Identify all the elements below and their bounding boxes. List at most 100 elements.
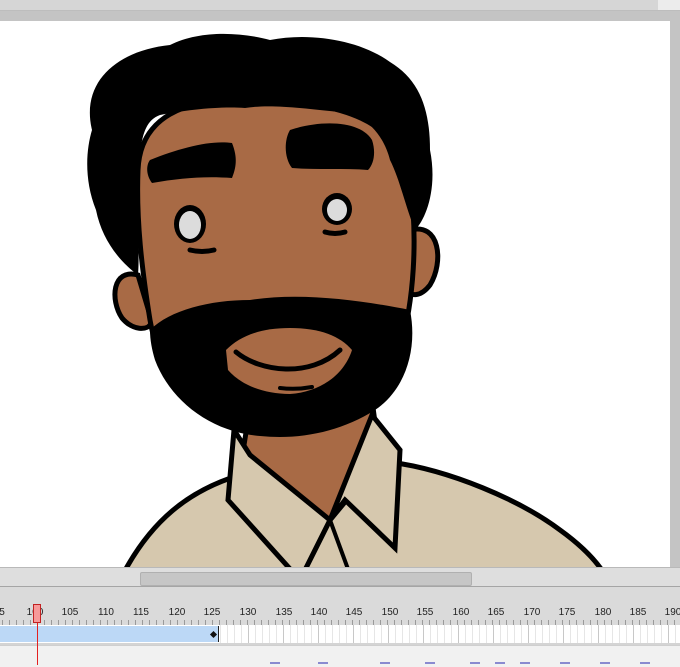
right-eye-white	[327, 199, 347, 221]
ruler-label-150: 150	[381, 607, 399, 618]
frame-cell	[619, 625, 620, 643]
frame-cell	[444, 625, 445, 643]
frame-cell	[339, 625, 340, 643]
frame-cell	[598, 625, 599, 643]
stage-area	[0, 11, 680, 567]
frame-cell	[458, 625, 459, 643]
ruler-label-175: 175	[558, 607, 576, 618]
second-layer-row[interactable]	[0, 645, 680, 667]
frame-cell	[409, 625, 410, 643]
frame-cell	[332, 625, 333, 643]
frame-cell	[353, 625, 354, 643]
chin-line	[278, 385, 314, 391]
frame-cell	[612, 625, 613, 643]
timeline-panel[interactable]: 5100105110115120125130135140145150155160…	[0, 586, 680, 667]
frame-cell	[640, 625, 641, 643]
frame-cell	[325, 625, 326, 643]
frame-cell	[227, 625, 228, 643]
frame-cell	[647, 625, 648, 643]
frame-label-mark	[560, 662, 570, 664]
right-eye-bag	[322, 229, 348, 236]
frame-cell	[297, 625, 298, 643]
motion-tween-span[interactable]	[0, 626, 219, 642]
frame-cell	[269, 625, 270, 643]
frame-cell	[395, 625, 396, 643]
frame-label-mark	[640, 662, 650, 664]
ruler-label-145: 145	[345, 607, 363, 618]
left-eye-white	[179, 211, 201, 239]
frame-cell	[381, 625, 382, 643]
frame-cell	[367, 625, 368, 643]
frame-ruler[interactable]: 5100105110115120125130135140145150155160…	[0, 587, 680, 625]
frame-cell	[521, 625, 522, 643]
frame-label-mark	[380, 662, 390, 664]
frame-cell	[472, 625, 473, 643]
frame-cell	[465, 625, 466, 643]
frame-cell	[633, 625, 634, 643]
frame-cell	[661, 625, 662, 643]
frame-cell	[493, 625, 494, 643]
ruler-label-190: 190	[664, 607, 680, 618]
frame-label-mark	[600, 662, 610, 664]
toolbar-end-segment	[658, 0, 680, 10]
top-toolbar-strip	[0, 0, 680, 11]
stage-canvas[interactable]	[0, 21, 670, 567]
frame-label-mark	[270, 662, 280, 664]
left-eye-bag	[187, 247, 217, 254]
scroll-thumb[interactable]	[140, 572, 472, 586]
ruler-label-115: 115	[133, 607, 149, 618]
frame-cell	[528, 625, 529, 643]
frame-cell	[241, 625, 242, 643]
frame-cell	[234, 625, 235, 643]
frame-cell	[451, 625, 452, 643]
frame-label-mark	[520, 662, 530, 664]
frame-cell	[549, 625, 550, 643]
ruler-label-140: 140	[310, 607, 328, 618]
frame-cell	[360, 625, 361, 643]
ruler-label-170: 170	[523, 607, 541, 618]
frame-cell	[577, 625, 578, 643]
ruler-label-135: 135	[275, 607, 293, 618]
frame-cell	[346, 625, 347, 643]
frame-cell	[563, 625, 564, 643]
frame-cell	[402, 625, 403, 643]
frame-cell	[262, 625, 263, 643]
frame-cell	[486, 625, 487, 643]
playhead-handle[interactable]	[33, 604, 41, 623]
ruler-label-5: 5	[0, 607, 5, 618]
ruler-label-105: 105	[61, 607, 79, 618]
frame-cell	[535, 625, 536, 643]
right-eyebrow	[285, 123, 375, 170]
frame-cell	[290, 625, 291, 643]
ruler-label-180: 180	[594, 607, 612, 618]
ruler-label-120: 120	[168, 607, 186, 618]
frame-cell	[318, 625, 319, 643]
ruler-label-130: 130	[239, 607, 257, 618]
frame-cell	[668, 625, 669, 643]
frame-cell	[311, 625, 312, 643]
frame-cell	[255, 625, 256, 643]
frame-cell	[675, 625, 676, 643]
frame-cell	[556, 625, 557, 643]
ruler-label-155: 155	[416, 607, 434, 618]
frame-cell	[500, 625, 501, 643]
character-drawing[interactable]	[0, 21, 670, 567]
frame-cell	[430, 625, 431, 643]
frame-cell	[542, 625, 543, 643]
ruler-label-125: 125	[203, 607, 221, 618]
frame-cell	[416, 625, 417, 643]
frame-cell	[437, 625, 438, 643]
frame-cell	[220, 625, 221, 643]
frame-cell	[304, 625, 305, 643]
frame-label-mark	[318, 662, 328, 664]
frame-cell	[605, 625, 606, 643]
layer-frames-row[interactable]	[0, 625, 680, 643]
ruler-label-185: 185	[629, 607, 647, 618]
frame-label-mark	[470, 662, 480, 664]
ruler-label-110: 110	[98, 607, 114, 618]
horizontal-scrollbar[interactable]	[0, 567, 680, 586]
frame-cell	[374, 625, 375, 643]
frame-cell	[283, 625, 284, 643]
ruler-label-165: 165	[487, 607, 505, 618]
frame-cell	[626, 625, 627, 643]
